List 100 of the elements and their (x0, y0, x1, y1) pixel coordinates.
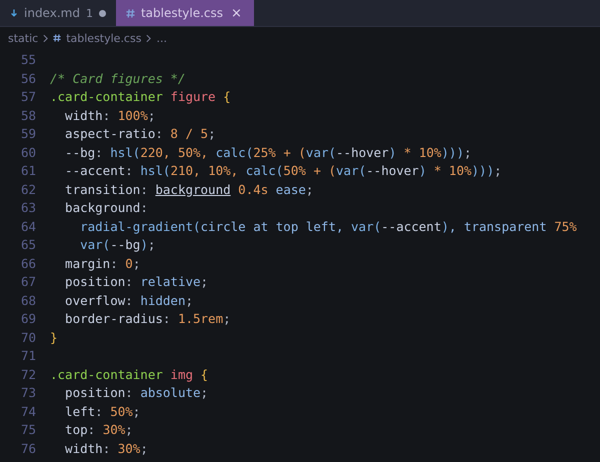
code-text: .card-container (50, 89, 163, 104)
code-text: background (155, 182, 231, 196)
code-text: relative (140, 274, 201, 289)
line-number: 55 (20, 51, 37, 69)
line-number: 67 (20, 273, 37, 291)
breadcrumb-item[interactable]: tablestyle.css (66, 32, 142, 44)
line-number: 56 (20, 70, 37, 88)
code-text: { (222, 89, 231, 104)
code-text: ; (148, 108, 156, 122)
code-text: 220, 50%, (140, 144, 210, 160)
code-text: : (125, 292, 134, 308)
chevron-right-icon (43, 34, 48, 42)
line-number: 59 (20, 125, 37, 143)
code-text: : (162, 311, 172, 326)
code-text: var( (351, 218, 382, 234)
code-text: 1.5rem (178, 311, 224, 326)
code-text: ; (223, 311, 231, 326)
code-text: background (64, 200, 140, 215)
code-text: : (140, 200, 148, 215)
modified-dot-icon (98, 10, 106, 16)
code-text: ) (140, 237, 148, 252)
code-text: ))) (441, 144, 464, 160)
editor-tab[interactable]: index.md 1 (0, 0, 116, 26)
line-number: 62 (20, 180, 37, 198)
code-text: 30% (102, 422, 126, 437)
line-number: 73 (20, 384, 37, 402)
code-text: ease (274, 182, 306, 196)
code-text: : (125, 274, 134, 289)
code-text: * 10% (432, 163, 472, 178)
code-text: ; (140, 440, 148, 456)
code-text: 50% (110, 404, 133, 418)
code-text: 30% (118, 440, 140, 456)
code-text: ; (132, 404, 140, 418)
code-text: 100% (118, 108, 148, 122)
code-text: margin (64, 256, 110, 270)
code-text: 75% (554, 218, 577, 234)
code-text: ; (132, 256, 140, 270)
code-text: ; (208, 126, 216, 141)
line-number: 58 (20, 106, 37, 124)
code-text: var( (306, 144, 336, 160)
code-text: ; (185, 292, 194, 308)
line-number: 65 (20, 236, 37, 254)
problem-count: 1 (86, 6, 93, 20)
code-text: .card-container (50, 366, 163, 382)
code-text: width (64, 440, 103, 456)
code-text: ; (306, 182, 314, 196)
hash-icon (53, 34, 62, 42)
code-text: : (125, 385, 134, 400)
code-text: aspect-ratio (64, 126, 156, 141)
editor-tab[interactable]: tablestyle.css × (116, 0, 254, 26)
line-number: 69 (20, 310, 37, 328)
code-text: ; (200, 274, 208, 289)
code-text: hsl( (110, 144, 140, 160)
hash-icon (126, 8, 135, 18)
code-text: border-radius (64, 311, 163, 326)
code-text: --bg (110, 237, 140, 252)
code-text: ; (148, 237, 156, 252)
code-text: position (64, 385, 126, 400)
code-text: 210, 10%, (170, 163, 240, 178)
code-text: circle at top left, (200, 218, 345, 234)
code-text: : (95, 144, 104, 160)
code-text: top (64, 422, 88, 437)
line-number: 70 (20, 328, 37, 346)
code-text: 8 / 5 (170, 126, 208, 141)
code-text: --accent (64, 163, 126, 178)
code-text: --bg (64, 144, 96, 160)
code-text: hsl( (140, 163, 170, 178)
code-text: 0 (125, 256, 133, 270)
code-text: * 10% (402, 144, 442, 160)
code-text: ; (494, 163, 502, 178)
code-text: overflow (64, 292, 126, 308)
line-number: 64 (20, 218, 37, 236)
code-text: : (110, 256, 119, 270)
code-text: --hover (366, 163, 419, 178)
close-button[interactable]: × (229, 6, 244, 20)
line-number: 63 (20, 199, 37, 217)
code-text: left (64, 404, 96, 418)
code-text: ; (200, 385, 208, 400)
code-text: : (140, 182, 149, 196)
code-text: img (169, 366, 193, 382)
code-text: ))) (472, 163, 494, 178)
code-text: calc( (246, 163, 284, 178)
line-number: 60 (20, 144, 37, 162)
code-text: transition (64, 182, 140, 196)
code-text: ) (418, 163, 426, 178)
code-text: 25% + ( (253, 144, 306, 160)
code-text: width (64, 108, 103, 122)
breadcrumb-item[interactable]: ... (156, 32, 167, 44)
code-text: : (102, 108, 112, 122)
code-text: ) (441, 218, 449, 234)
line-number: 68 (20, 292, 37, 310)
code-text: } (50, 330, 58, 344)
code-text: : (88, 422, 96, 437)
code-text: , transparent (448, 218, 548, 234)
line-number: 71 (20, 347, 37, 365)
code-text: position (64, 274, 126, 289)
line-number: 57 (20, 88, 37, 106)
code-text: 0.4s (237, 182, 268, 196)
code-text: var( (336, 163, 366, 178)
breadcrumb-item[interactable]: static (8, 32, 38, 44)
